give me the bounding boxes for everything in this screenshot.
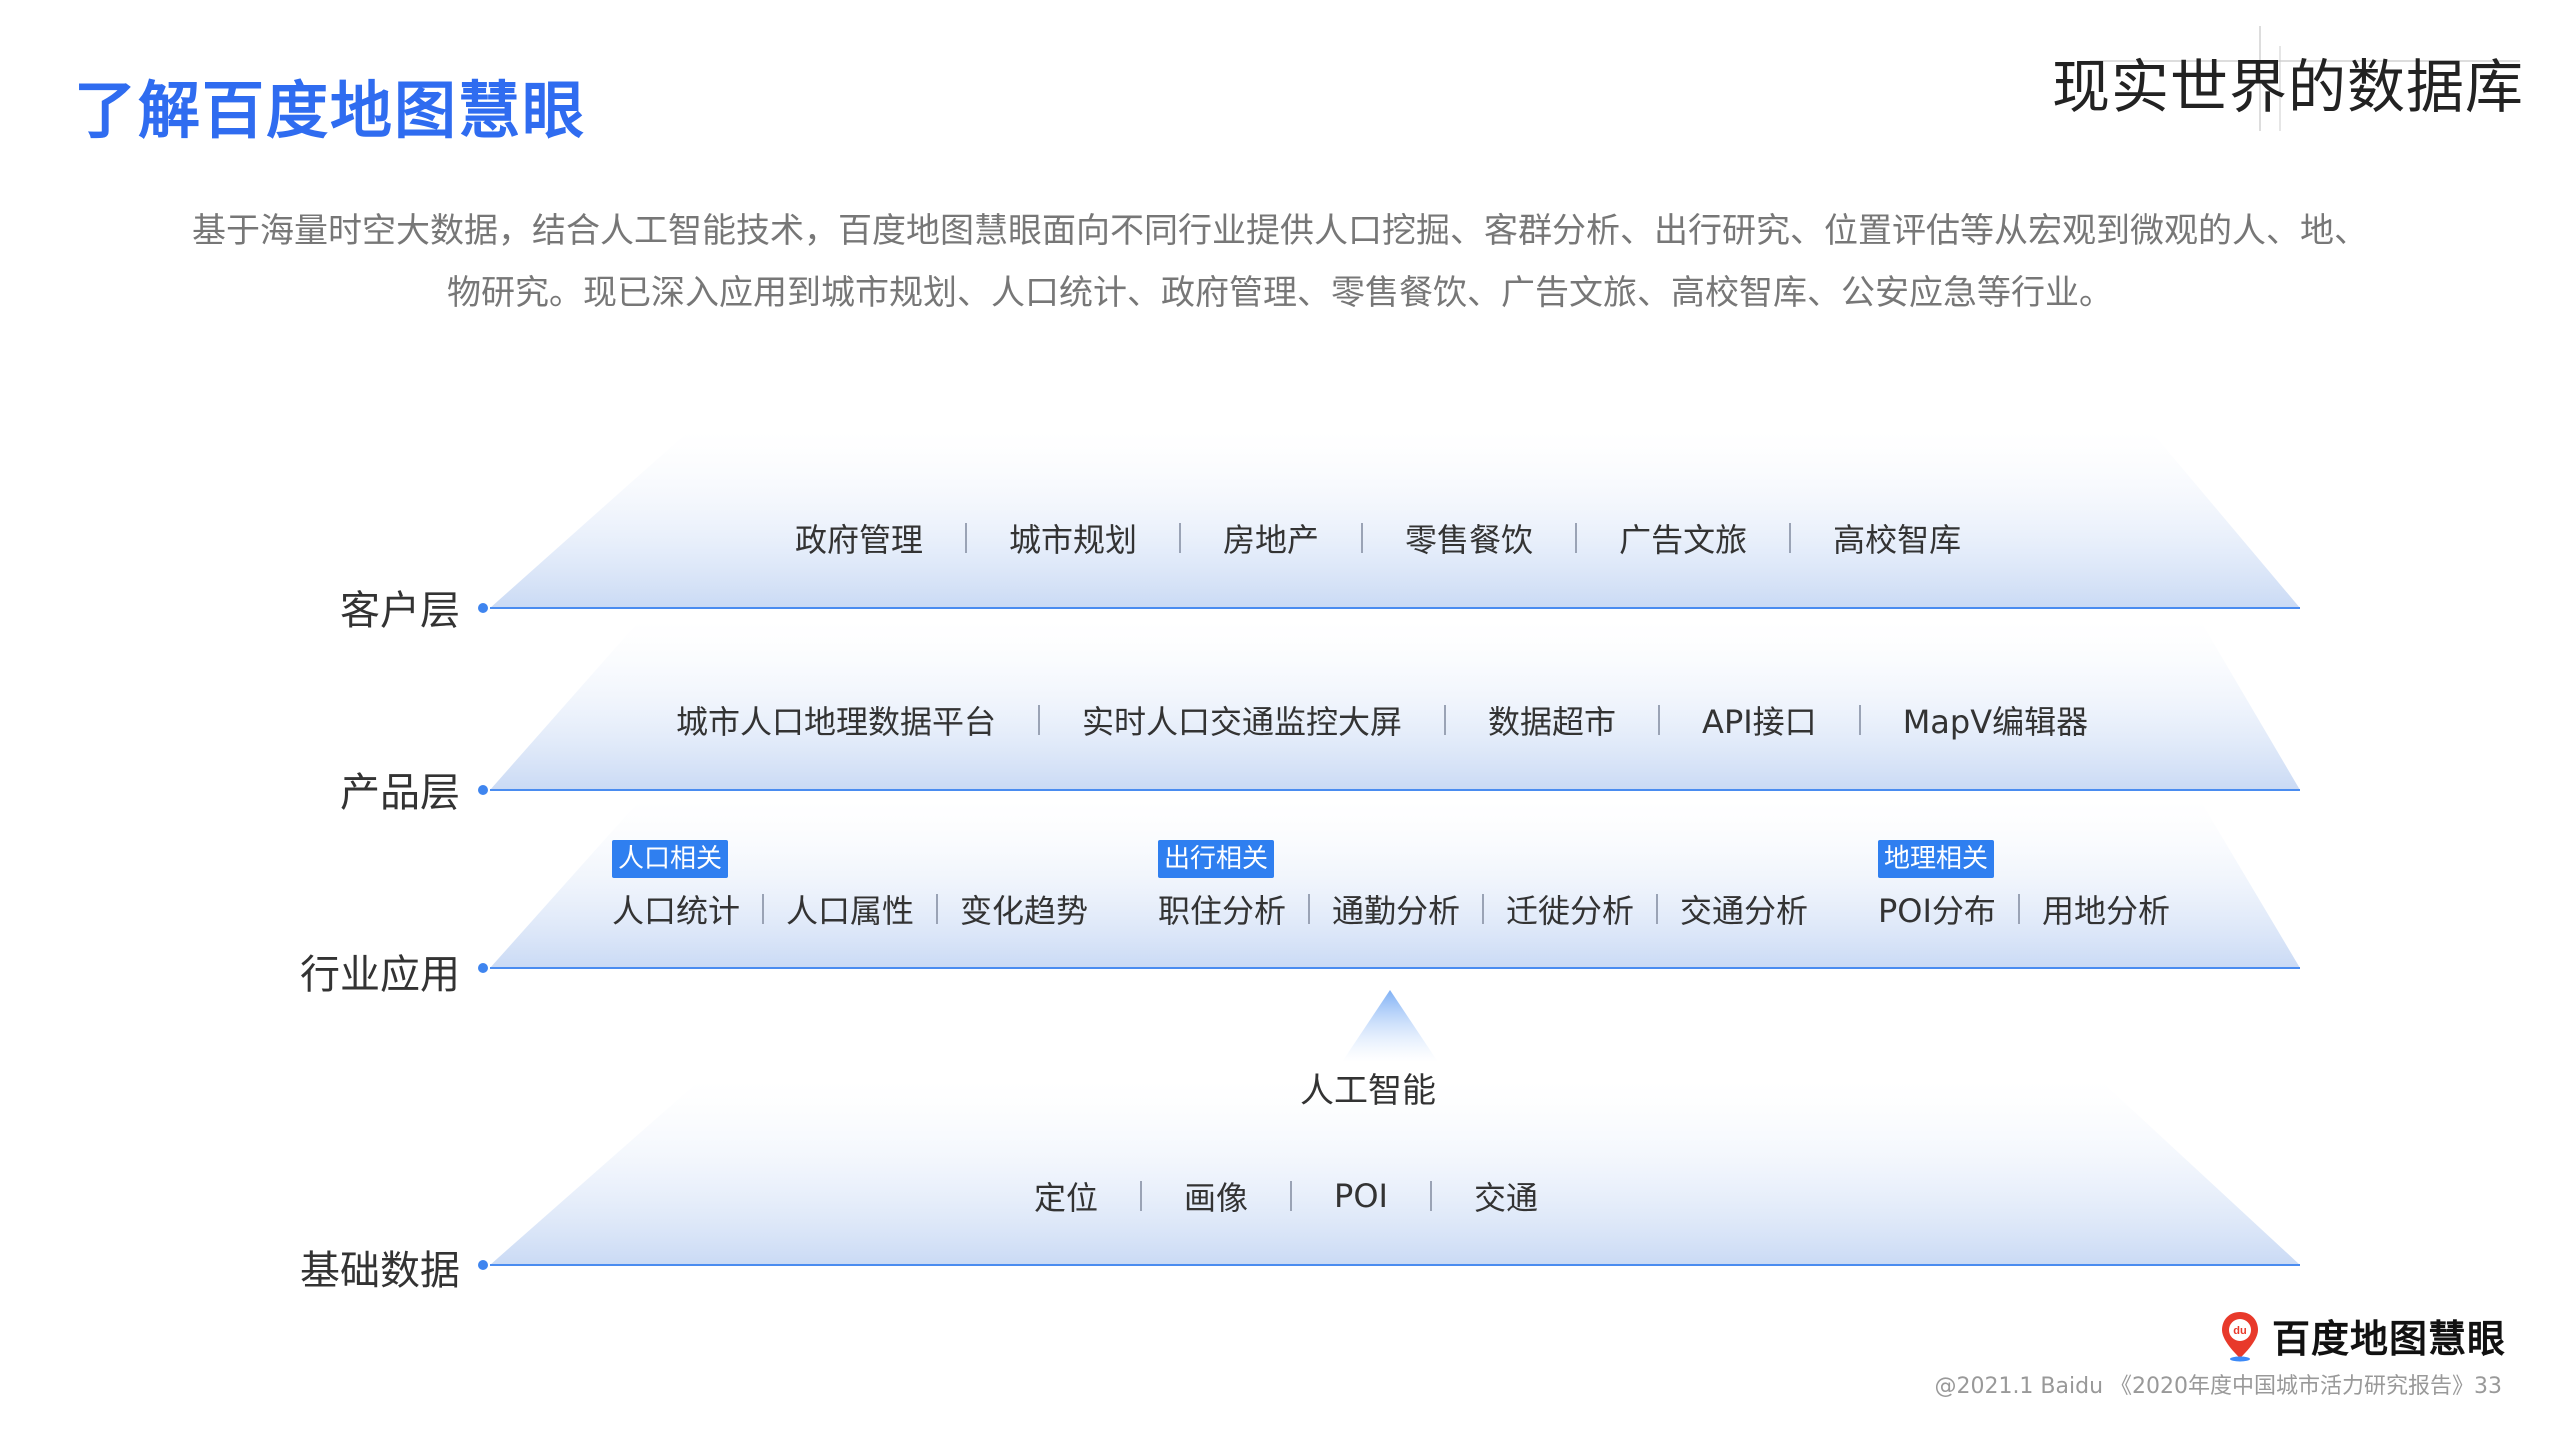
category-badge: 人口相关 — [612, 840, 729, 878]
separator — [762, 894, 765, 924]
separator — [1429, 1181, 1432, 1211]
customer-item: 广告文旅 — [1619, 521, 1748, 559]
category-badge: 地理相关 — [1878, 840, 1995, 878]
industry-item: 交通分析 — [1680, 892, 1809, 930]
industry-item: 变化趋势 — [960, 892, 1089, 930]
base-layer-label: 基础数据 — [300, 1248, 460, 1294]
customer-layer-dot — [478, 603, 488, 613]
industry-layer-label: 行业应用 — [300, 952, 460, 998]
separator — [1290, 1181, 1293, 1211]
industry-item: POI分布 — [1878, 892, 1996, 930]
industry-item: 人口统计 — [612, 892, 741, 930]
product-layer-dot — [478, 785, 488, 795]
customer-item: 零售餐饮 — [1405, 521, 1534, 559]
base-item: 定位 — [1034, 1179, 1099, 1217]
industry-item: 职住分析 — [1158, 892, 1287, 930]
separator — [1308, 894, 1311, 924]
separator — [1140, 1181, 1143, 1211]
logo-glyph: du — [2233, 1325, 2246, 1337]
customer-item: 城市规划 — [1009, 521, 1138, 559]
separator — [1482, 894, 1485, 924]
separator — [1361, 523, 1364, 553]
base-layer-dot — [478, 1260, 488, 1270]
product-item: 城市人口地理数据平台 — [676, 703, 997, 741]
industry-item: 迁徙分析 — [1506, 892, 1635, 930]
separator — [1656, 894, 1659, 924]
base-item: 画像 — [1184, 1179, 1249, 1217]
category-badge: 出行相关 — [1158, 840, 1275, 878]
product-item: 数据超市 — [1488, 703, 1617, 741]
industry-items-row: 人口统计 人口属性 变化趋势 — [612, 886, 1088, 932]
brand-logo: du 百度地图慧眼 — [2218, 1308, 2506, 1363]
base-item: POI — [1334, 1177, 1388, 1215]
product-layer-label: 产品层 — [340, 770, 460, 816]
customer-item: 政府管理 — [795, 521, 924, 559]
separator — [936, 894, 939, 924]
industry-item: 用地分析 — [2041, 892, 2170, 930]
industry-items-row: POI分布 用地分析 — [1878, 886, 2170, 932]
separator — [965, 523, 968, 553]
separator — [1444, 705, 1447, 735]
product-item: API接口 — [1702, 703, 1817, 741]
separator — [1858, 705, 1861, 735]
base-item: 交通 — [1473, 1179, 1538, 1217]
industry-group-travel: 出行相关 职住分析 通勤分析 迁徙分析 交通分析 — [1158, 840, 1808, 932]
industry-item: 通勤分析 — [1332, 892, 1461, 930]
ai-label: 人工智能 — [1300, 1071, 1436, 1111]
separator — [1789, 523, 1792, 553]
customer-item: 房地产 — [1223, 521, 1320, 559]
industry-item: 人口属性 — [786, 892, 915, 930]
map-pin-icon: du — [2222, 1311, 2258, 1361]
ai-triangle — [1342, 990, 1438, 1062]
industry-layer-dot — [478, 963, 488, 973]
industry-group-population: 人口相关 人口统计 人口属性 变化趋势 — [612, 840, 1088, 932]
separator — [1038, 705, 1041, 735]
industry-group-geography: 地理相关 POI分布 用地分析 — [1878, 840, 2170, 932]
separator — [1658, 705, 1661, 735]
industry-items-row: 职住分析 通勤分析 迁徙分析 交通分析 — [1158, 886, 1808, 932]
separator — [1575, 523, 1578, 553]
customer-items: 政府管理 城市规划 房地产 零售餐饮 广告文旅 高校智库 — [795, 515, 1961, 561]
separator — [1179, 523, 1182, 553]
product-items: 城市人口地理数据平台 实时人口交通监控大屏 数据超市 API接口 MapV编辑器 — [676, 697, 2088, 743]
footer-credit: @2021.1 Baidu 《2020年度中国城市活力研究报告》33 — [1934, 1374, 2502, 1399]
product-item: 实时人口交通监控大屏 — [1082, 703, 1403, 741]
brand-name: 百度地图慧眼 — [2272, 1317, 2507, 1361]
product-item: MapV编辑器 — [1902, 703, 2089, 741]
separator — [2017, 894, 2020, 924]
customer-item: 高校智库 — [1833, 521, 1962, 559]
customer-layer-label: 客户层 — [340, 588, 460, 634]
base-items: 定位 画像 POI 交通 — [1034, 1173, 1538, 1219]
